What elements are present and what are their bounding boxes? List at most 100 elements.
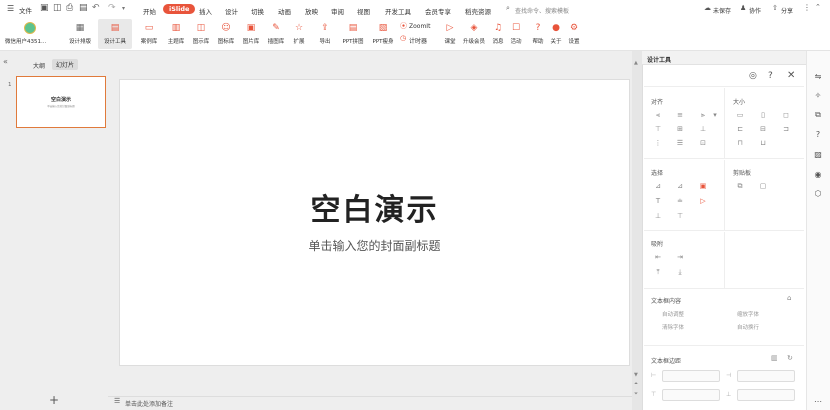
ppt-slim-button[interactable]: ▧ PPT瘦身 [366,19,400,49]
image-tool-icon[interactable]: ▨ [812,150,824,159]
tab-insert[interactable]: 插入 [199,6,212,16]
tab-view[interactable]: 视图 [357,6,370,16]
align-center-icon[interactable]: ≡ [674,110,686,120]
auto-wrap-option[interactable]: 自动换行 [737,323,759,331]
align-bottom-icon[interactable]: ⊥ [697,124,709,134]
help-circle-icon[interactable]: ? [812,130,824,139]
select-similar-icon[interactable]: ⊿ [652,181,664,191]
slide-thumbnail[interactable]: 空白演示 单击输入您的封面副标题 [16,76,106,128]
magic-icon[interactable]: ✧ [812,91,824,100]
tab-home[interactable]: 开始 [143,6,156,16]
home-icon[interactable]: ⌂ [787,294,791,302]
collapse-ribbon-icon[interactable]: ⌃ [815,3,821,11]
tab-slides[interactable]: 幻灯片 [52,59,79,70]
tab-docer[interactable]: 稻壳资源 [465,6,491,16]
collapse-panel-icon[interactable]: « [3,57,8,66]
align-middle-icon[interactable]: ⊞ [674,124,686,134]
snap-left-icon[interactable]: ⇤ [652,252,664,262]
refresh-icon[interactable]: ↻ [787,354,793,362]
size-top-icon[interactable]: ⊓ [734,138,746,148]
page-down-icon[interactable]: ⏷ [634,391,638,397]
select-type-icon[interactable]: ⊿ [674,181,686,191]
target-icon[interactable]: ◎ [749,71,757,81]
align-right-icon[interactable]: ⫸ [697,110,709,120]
help-icon-panel[interactable]: ? [768,71,773,81]
margin-right-input[interactable] [737,370,795,382]
notes-input[interactable]: 单击此处添加备注 [125,399,173,408]
vertical-scrollbar[interactable] [632,51,642,410]
preview-icon[interactable]: ▤ [79,3,88,13]
tab-review[interactable]: 审阅 [331,6,344,16]
size-center-icon[interactable]: ⊟ [757,124,769,134]
tab-transition[interactable]: 切换 [251,6,264,16]
share-button[interactable]: 分享 [781,6,793,15]
copy-style-icon[interactable]: ⧉ [812,110,824,120]
margin-top-input[interactable] [662,389,720,401]
design-layout-button[interactable]: ▦ 设计排版 [63,19,97,49]
tab-slideshow[interactable]: 放映 [305,6,318,16]
margin-left-input[interactable] [662,370,720,382]
save-icon[interactable]: ▣ [40,3,49,13]
same-height-icon[interactable]: ▯ [757,110,769,120]
command-search[interactable]: 查找命令、搜索模板 [515,6,569,15]
zoomit-button[interactable]: ZoomIt [409,23,430,30]
location-icon[interactable]: ◉ [812,170,824,179]
ppt-collage-button[interactable]: ▤ PPT拼图 [336,19,370,49]
select-color-icon[interactable]: ▣ [697,181,709,191]
tab-developer[interactable]: 开发工具 [385,6,411,16]
tab-member[interactable]: 会员专享 [425,6,451,16]
tab-outline[interactable]: 大纲 [33,61,45,70]
select-line-icon[interactable]: ≐ [674,196,686,206]
paste-icon[interactable]: ▢ [757,181,769,191]
collab-button[interactable]: 协作 [749,6,761,15]
snap-top-icon[interactable]: ⤒ [652,267,664,277]
snap-bottom-icon[interactable]: ⤓ [674,267,686,277]
redo-icon[interactable]: ↷ [108,3,116,13]
select-upper-icon[interactable]: ⊤ [674,211,686,221]
distribute-grid-icon[interactable]: ⊡ [697,138,709,148]
select-lower-icon[interactable]: ⊥ [652,211,664,221]
add-slide-button[interactable]: + [49,393,59,407]
same-size-icon[interactable]: ◻ [780,110,792,120]
slide-subtitle[interactable]: 单击输入您的封面副标题 [120,237,629,254]
select-text-icon[interactable]: T [652,196,664,206]
user-avatar[interactable] [24,22,36,34]
tab-animation[interactable]: 动画 [278,6,291,16]
scroll-down-icon[interactable]: ▼ [634,372,638,378]
margin-bottom-input[interactable] [737,389,795,401]
size-bottom-icon[interactable]: ⊔ [757,138,769,148]
user-name[interactable]: 微信用户4351... [5,37,46,45]
close-icon[interactable]: ✕ [787,70,795,81]
align-slide-icon[interactable]: ▾ [709,110,721,120]
tab-design[interactable]: 设计 [225,6,238,16]
scroll-up-icon[interactable]: ▲ [634,60,638,66]
delete-icon[interactable]: ▥ [771,354,778,362]
more-options-icon[interactable]: ⋯ [812,397,824,406]
select-shape-icon[interactable]: ▷ [697,196,709,206]
slide-canvas[interactable]: 空白演示 单击输入您的封面副标题 [119,79,630,366]
timer-button[interactable]: 计时器 [409,36,427,45]
print-icon[interactable]: ⎙ [66,3,73,13]
same-width-icon[interactable]: ▭ [734,110,746,120]
design-tools-button[interactable]: ▤ 设计工具 [98,19,132,49]
size-left-icon[interactable]: ⊏ [734,124,746,134]
snap-right-icon[interactable]: ⇥ [674,252,686,262]
unsaved-status[interactable]: 未保存 [713,6,731,15]
more-icon[interactable]: ⋮ [803,3,811,12]
settings-button[interactable]: ⚙ 设置 [557,19,591,49]
slide-title[interactable]: 空白演示 [120,185,629,229]
undo-icon[interactable]: ↶ [92,3,100,13]
export-icon[interactable]: ◫ [53,3,62,13]
page-up-icon[interactable]: ⏶ [634,381,638,387]
tab-islide[interactable]: iSlide [163,4,196,14]
cube-icon[interactable]: ⬡ [812,189,824,198]
adjust-icon[interactable]: ⇋ [812,72,824,81]
distribute-v-icon[interactable]: ☰ [674,138,686,148]
auto-fit-option[interactable]: 自动调整 [662,310,684,318]
menu-icon[interactable]: ☰ [7,4,14,13]
clear-font-option[interactable]: 清除字体 [662,323,684,331]
align-top-icon[interactable]: ⊤ [652,124,664,134]
copy-icon[interactable]: ⧉ [734,181,746,191]
chevron-down-icon[interactable]: ▾ [122,5,125,12]
shrink-font-option[interactable]: 缩放字体 [737,310,759,318]
